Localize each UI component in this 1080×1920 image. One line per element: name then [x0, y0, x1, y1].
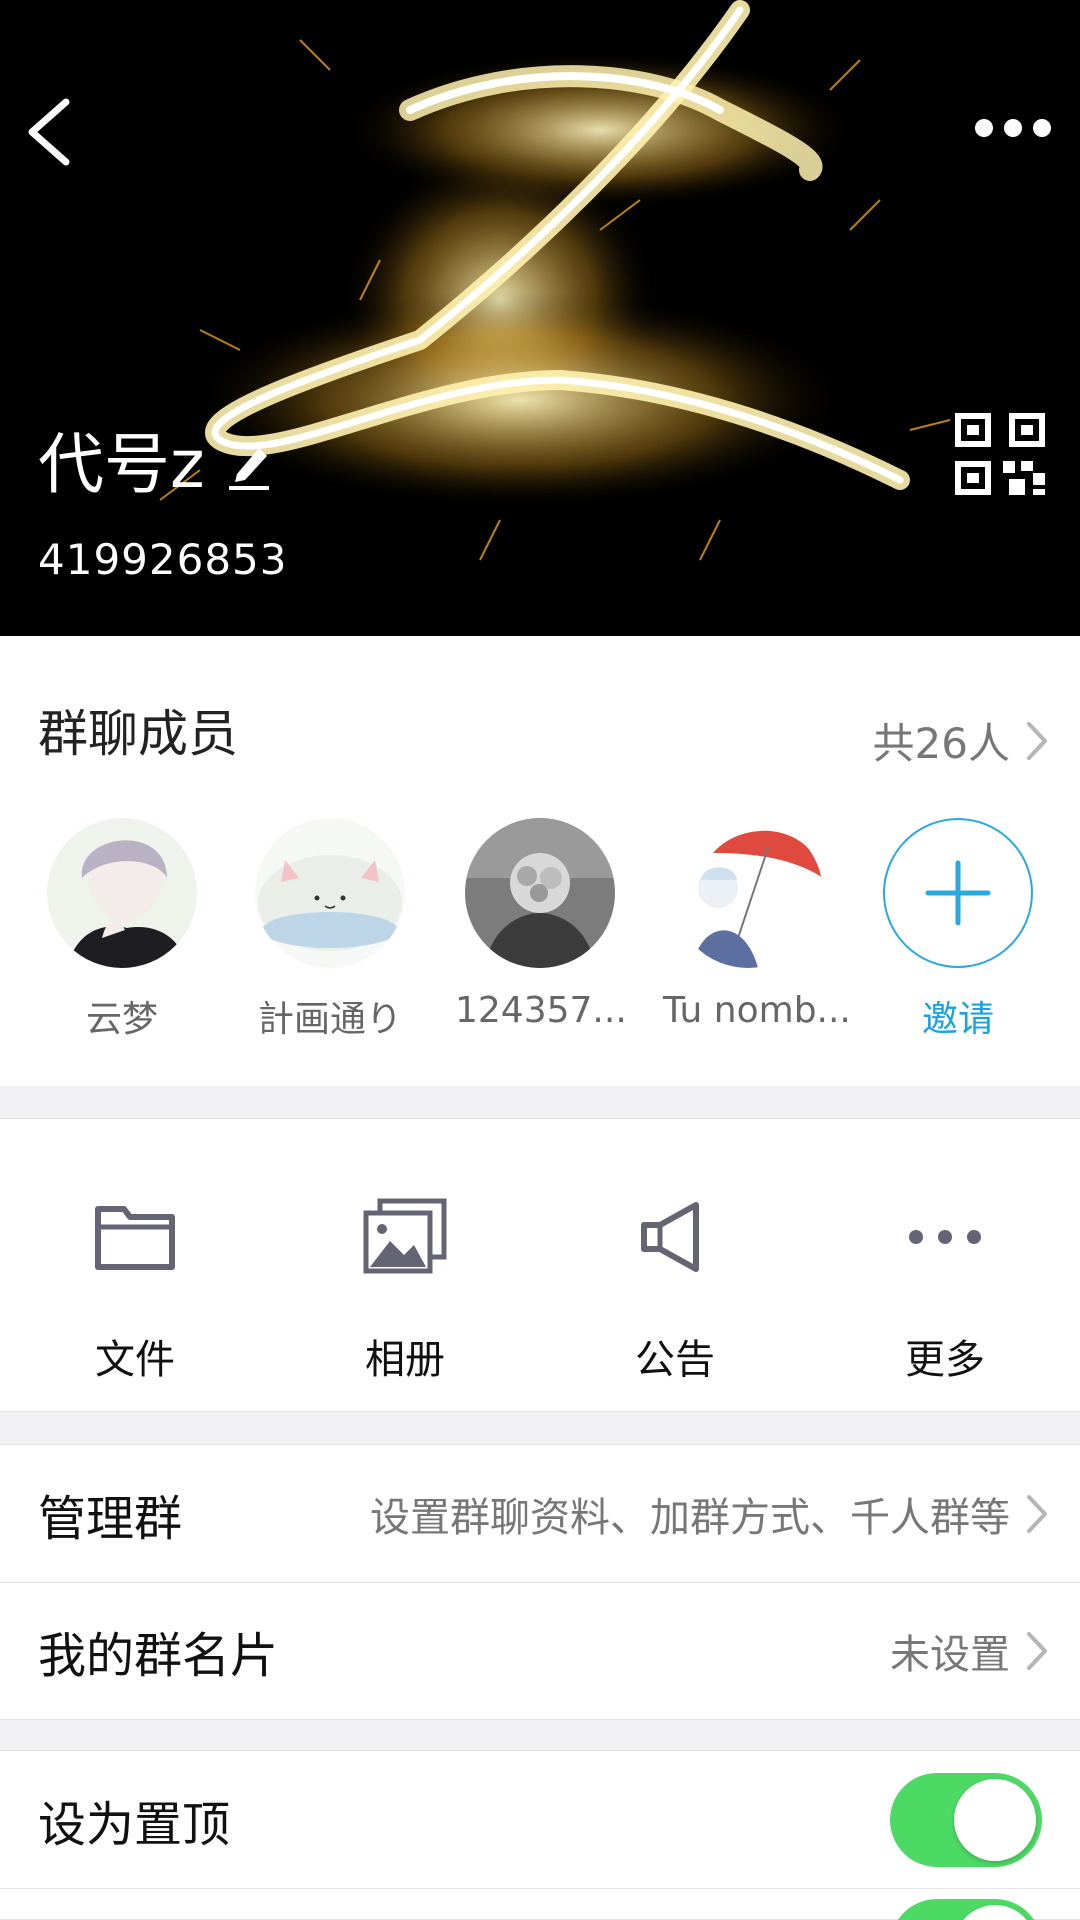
- next-setting-row-partial: [0, 1888, 1080, 1920]
- row-label: 管理群: [38, 1490, 183, 1547]
- toggle-partial[interactable]: [890, 1899, 1042, 1920]
- group-name-row[interactable]: 代号z: [38, 425, 275, 505]
- pin-to-top-row: 设为置顶: [0, 1751, 1080, 1888]
- feature-announcement[interactable]: 公告: [575, 1197, 775, 1385]
- row-value: 设置群聊资料、加群方式、千人群等: [370, 1494, 1010, 1541]
- group-name: 代号z: [38, 426, 205, 503]
- row-value: 未设置: [890, 1632, 1010, 1678]
- feature-label: 更多: [905, 1337, 985, 1383]
- member-name: Tu nomb...: [663, 990, 851, 1031]
- member-name: 計画通り: [257, 999, 402, 1040]
- pencil-edit-icon[interactable]: [225, 438, 275, 492]
- member-name: 云梦: [85, 999, 158, 1040]
- more-dots-icon: [975, 119, 1051, 137]
- member-item[interactable]: 云梦: [37, 818, 207, 1042]
- qr-code-icon: [955, 413, 1045, 495]
- invite-label: 邀请: [921, 999, 994, 1040]
- qr-code-button[interactable]: [955, 413, 1045, 495]
- row-value-wrap: 未设置: [890, 1622, 1050, 1680]
- avatar: [465, 818, 615, 968]
- more-dots-icon: [909, 1230, 981, 1244]
- chevron-right-icon: [1027, 1494, 1047, 1533]
- toggle-knob: [954, 1778, 1036, 1861]
- megaphone-icon: [641, 1202, 699, 1272]
- pin-settings-list: 设为置顶: [0, 1750, 1080, 1920]
- row-value-wrap: 设置群聊资料、加群方式、千人群等: [370, 1485, 1050, 1543]
- row-label: 设为置顶: [38, 1796, 231, 1853]
- avatar: [673, 818, 823, 968]
- group-cover-banner[interactable]: 代号z 419926853: [0, 0, 1080, 636]
- group-members-section: 群聊成员 共26人 云梦 計画通り 124357... Tu nomb... 邀…: [0, 636, 1080, 1086]
- back-button[interactable]: [18, 90, 88, 170]
- members-title: 群聊成员: [38, 705, 238, 763]
- avatar: [47, 818, 197, 968]
- members-count-link[interactable]: 共26人: [873, 710, 1050, 771]
- feature-more[interactable]: 更多: [845, 1197, 1045, 1385]
- photo-album-icon: [363, 1198, 447, 1274]
- feature-label: 公告: [635, 1337, 715, 1383]
- feature-grid: 文件 相册 公告 更多: [0, 1118, 1080, 1412]
- feature-label: 文件: [95, 1337, 175, 1383]
- chevron-left-icon: [28, 98, 70, 166]
- member-item[interactable]: 計画通り: [245, 818, 415, 1042]
- feature-album[interactable]: 相册: [305, 1197, 505, 1385]
- folder-icon: [95, 1206, 175, 1270]
- chevron-right-icon: [1027, 721, 1047, 760]
- invite-button[interactable]: 邀请: [873, 818, 1043, 1042]
- member-name: 124357...: [455, 990, 627, 1031]
- more-options-button[interactable]: [968, 110, 1058, 150]
- avatar: [255, 818, 405, 968]
- group-settings-list: 管理群 设置群聊资料、加群方式、千人群等 我的群名片 未设置: [0, 1444, 1080, 1720]
- group-id: 419926853: [38, 535, 288, 584]
- pin-to-top-toggle[interactable]: [890, 1772, 1042, 1867]
- feature-label: 相册: [365, 1337, 445, 1383]
- feature-files[interactable]: 文件: [35, 1197, 235, 1385]
- member-item[interactable]: Tu nomb...: [663, 818, 851, 1031]
- invite-circle: [883, 818, 1033, 968]
- member-item[interactable]: 124357...: [455, 818, 627, 1031]
- toggle-knob: [954, 1905, 1036, 1920]
- my-group-card-row[interactable]: 我的群名片 未设置: [0, 1582, 1080, 1719]
- plus-icon: [925, 860, 991, 926]
- chevron-right-icon: [1027, 1632, 1047, 1670]
- row-label: 我的群名片: [38, 1628, 279, 1684]
- manage-group-row[interactable]: 管理群 设置群聊资料、加群方式、千人群等: [0, 1445, 1080, 1582]
- members-count: 共26人: [872, 719, 1010, 768]
